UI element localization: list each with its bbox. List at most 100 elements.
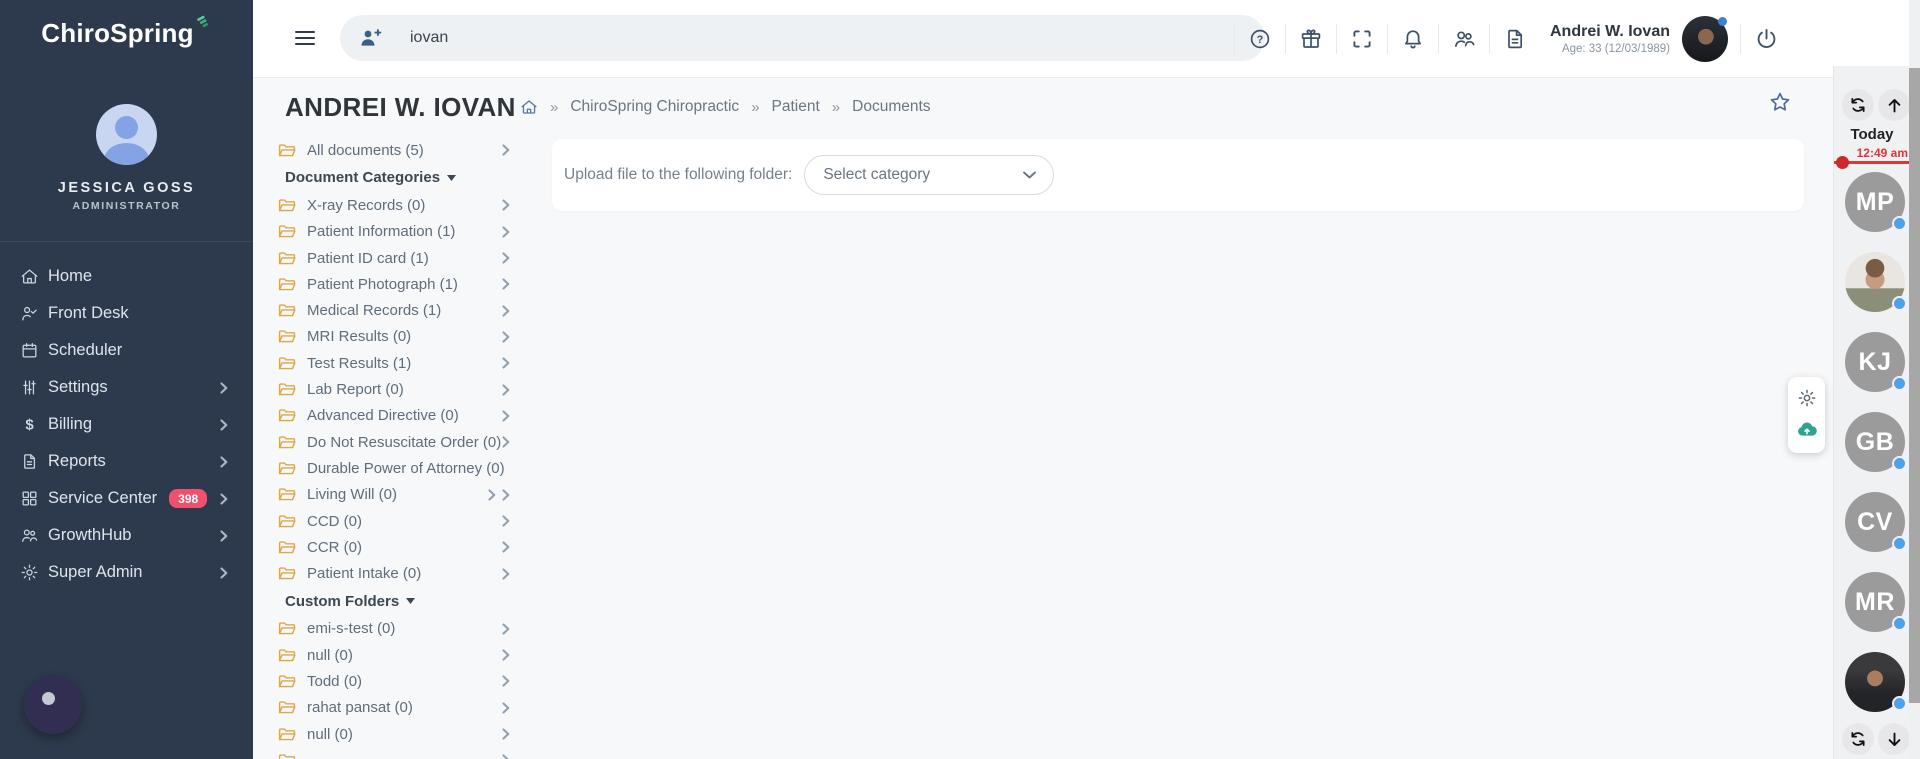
patients-button[interactable] — [1439, 27, 1489, 51]
home-icon[interactable] — [520, 98, 538, 116]
timeline-refresh-button[interactable] — [1842, 89, 1874, 121]
timeline-avatar-photo[interactable] — [1845, 252, 1907, 312]
chevron-right-icon[interactable] — [502, 199, 510, 211]
folder-row[interactable]: Do Not Resuscitate Order (0) — [278, 429, 510, 455]
folder-row-partial[interactable] — [278, 747, 510, 759]
favorite-star-button[interactable] — [1768, 90, 1792, 114]
chevron-right-icon[interactable] — [502, 515, 510, 527]
timeline-avatar-photo[interactable] — [1845, 652, 1907, 712]
chevron-right-icon[interactable] — [502, 226, 510, 238]
help-button[interactable]: ? — [1235, 27, 1285, 51]
chevron-right-icon[interactable] — [502, 410, 510, 422]
folder-row[interactable]: MRI Results (0) — [278, 324, 510, 350]
chirospring-logo[interactable]: ChiroSpring — [0, 15, 253, 49]
search-input[interactable] — [410, 29, 1110, 47]
folder-row-all-documents[interactable]: All documents (5) — [278, 137, 510, 163]
sidebar-item-settings[interactable]: Settings — [0, 369, 253, 406]
breadcrumb-practice[interactable]: ChiroSpring Chiropractic — [570, 98, 739, 116]
sidebar-item-front-desk[interactable]: Front Desk — [0, 295, 253, 332]
sidebar-item-growthhub[interactable]: GrowthHub — [0, 517, 253, 554]
notifications-button[interactable] — [1388, 27, 1438, 51]
folder-row[interactable]: null (0) — [278, 721, 510, 747]
chevron-right-icon[interactable] — [502, 623, 510, 635]
folder-row[interactable]: rahat pansat (0) — [278, 695, 510, 721]
timeline-avatar[interactable]: CV — [1845, 492, 1907, 552]
folder-row[interactable]: Patient Information (1) — [278, 219, 510, 245]
chevron-right-icon[interactable] — [502, 754, 510, 759]
patient-search-bar[interactable] — [340, 15, 1265, 61]
folder-row[interactable]: Todd (0) — [278, 668, 510, 694]
folder-row[interactable]: Patient Photograph (1) — [278, 271, 510, 297]
current-patient-avatar[interactable] — [1682, 15, 1728, 62]
main-sidebar: ChiroSpring JESSICA GOSS ADMINISTRATOR H… — [0, 0, 253, 759]
hamburger-menu-icon[interactable] — [295, 31, 315, 49]
logout-button[interactable] — [1741, 26, 1792, 51]
chevron-right-icon[interactable] — [502, 702, 510, 714]
sidebar-item-home[interactable]: Home — [0, 258, 253, 295]
chevron-right-icon[interactable] — [502, 728, 510, 740]
timeline-avatar[interactable]: MR — [1845, 572, 1907, 632]
chevron-right-icon[interactable] — [502, 252, 510, 264]
page-scrollbar[interactable] — [1909, 0, 1920, 759]
chevron-right-icon[interactable] — [502, 357, 510, 369]
user-profile-avatar[interactable] — [96, 104, 157, 165]
sidebar-item-label: Reports — [48, 452, 106, 470]
folder-row[interactable]: Durable Power of Attorney (0) — [278, 455, 510, 481]
folder-row[interactable]: Lab Report (0) — [278, 376, 510, 402]
current-patient-block[interactable]: Andrei W. Iovan Age: 33 (12/03/1989) — [1550, 15, 1728, 62]
folder-row[interactable]: CCR (0) — [278, 534, 510, 560]
timeline-avatar[interactable]: MP — [1845, 172, 1907, 232]
scroll-up-button[interactable] — [1878, 89, 1910, 121]
breadcrumb-patient[interactable]: Patient — [772, 98, 820, 116]
folder-row[interactable]: emi-s-test (0) — [278, 616, 510, 642]
chat-fab-button[interactable] — [24, 676, 82, 734]
folder-row[interactable]: X-ray Records (0) — [278, 192, 510, 218]
folder-icon — [278, 649, 296, 661]
chevron-right-icon[interactable] — [502, 489, 510, 501]
cloud-sync-icon[interactable] — [1795, 418, 1819, 442]
chevron-right-icon[interactable] — [502, 541, 510, 553]
chevron-right-icon — [220, 418, 228, 431]
scrollbar-thumb[interactable] — [1909, 68, 1920, 703]
folder-row[interactable]: Test Results (1) — [278, 350, 510, 376]
sidebar-item-service-center[interactable]: Service Center 398 — [0, 480, 253, 517]
chevron-right-icon[interactable] — [502, 278, 510, 290]
documents-button[interactable] — [1490, 27, 1540, 51]
folder-row[interactable]: Patient Intake (0) — [278, 560, 510, 586]
support-gear-icon[interactable] — [1797, 388, 1817, 408]
timeline-avatar[interactable]: GB — [1845, 412, 1907, 472]
folder-row[interactable]: Medical Records (1) — [278, 297, 510, 323]
fullscreen-button[interactable] — [1337, 27, 1387, 51]
folder-icon — [278, 409, 296, 422]
chevron-right-icon[interactable] — [502, 331, 510, 343]
folder-icon — [278, 383, 296, 396]
chevron-right-icon[interactable] — [502, 675, 510, 688]
chevron-right-icon[interactable] — [502, 649, 510, 661]
sidebar-item-billing[interactable]: $ Billing — [0, 406, 253, 443]
breadcrumb-documents[interactable]: Documents — [852, 98, 930, 116]
folder-row[interactable]: Advanced Directive (0) — [278, 403, 510, 429]
scroll-down-button[interactable] — [1878, 723, 1910, 755]
chevron-right-icon[interactable] — [502, 383, 510, 396]
chevron-right-icon[interactable] — [502, 144, 510, 156]
sidebar-item-scheduler[interactable]: Scheduler — [0, 332, 253, 369]
folder-row[interactable]: CCD (0) — [278, 508, 510, 534]
rewards-button[interactable] — [1286, 27, 1336, 51]
timeline-avatar[interactable]: KJ — [1845, 332, 1907, 392]
section-header-custom-folders[interactable]: Custom Folders — [285, 587, 510, 616]
chevron-right-icon[interactable] — [502, 568, 510, 580]
chevron-right-icon[interactable] — [502, 305, 510, 317]
folder-row[interactable]: Living Will (0) — [278, 482, 510, 508]
section-header-document-categories[interactable]: Document Categories — [285, 163, 510, 192]
folder-label: Todd (0) — [307, 672, 363, 690]
folder-row[interactable]: Patient ID card (1) — [278, 245, 510, 271]
logo-text: ChiroSpring — [41, 18, 194, 48]
chevron-right-icon[interactable] — [502, 436, 510, 448]
sidebar-item-reports[interactable]: Reports — [0, 443, 253, 480]
timeline-refresh-bottom-button[interactable] — [1842, 723, 1874, 755]
category-select[interactable]: Select category — [804, 155, 1055, 195]
chevron-right-icon[interactable] — [488, 489, 496, 501]
sidebar-item-super-admin[interactable]: Super Admin — [0, 554, 253, 591]
folder-row[interactable]: null (0) — [278, 642, 510, 668]
timeline-now-dot — [1836, 156, 1849, 169]
